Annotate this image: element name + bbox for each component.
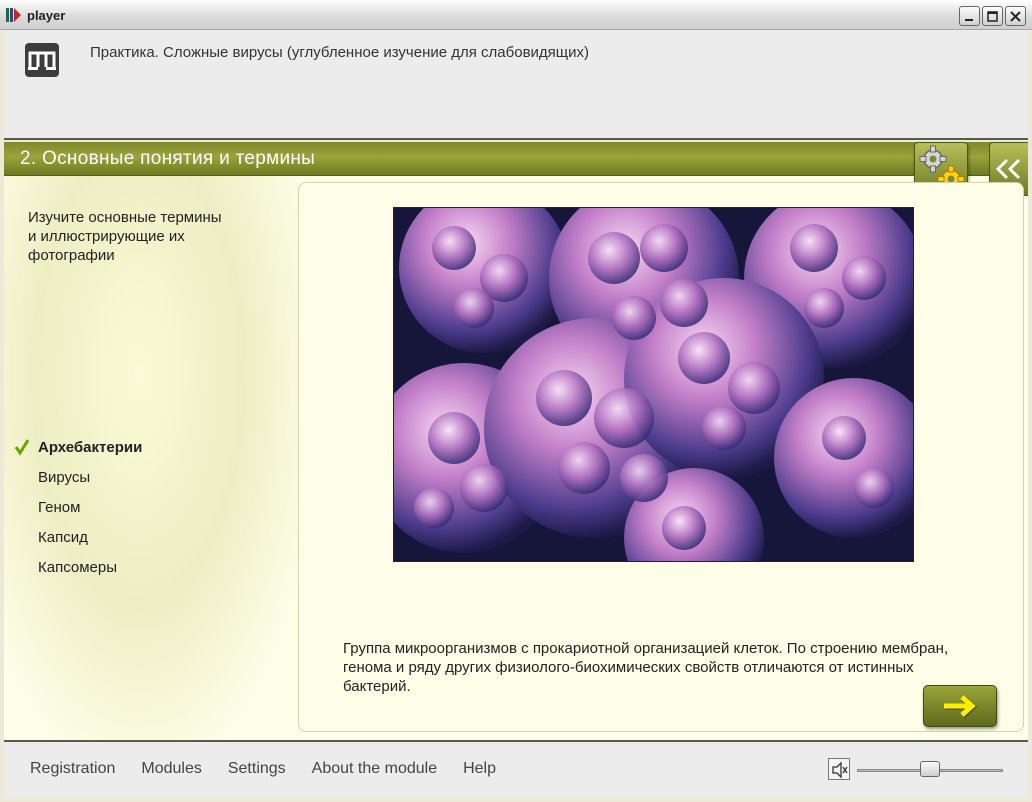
menu-item-settings[interactable]: Settings [228,760,286,778]
app-icon [6,8,21,22]
footer-menu: Registration Modules Settings About the … [30,760,522,778]
term-item-capsid[interactable]: Капсид [14,528,142,558]
menu-item-help[interactable]: Help [463,760,496,778]
check-icon [14,439,30,456]
speaker-icon[interactable] [828,758,850,780]
close-icon [1010,10,1021,22]
module-header: Практика. Сложные вирусы (углубленное из… [4,30,1028,140]
volume-slider-thumb[interactable] [920,761,940,777]
term-label: Архебактерии [38,439,143,456]
lesson-content: 2. Основные понятия и термины Изучите ос… [4,142,1028,740]
term-item-genome[interactable]: Геном [14,498,142,528]
menu-item-about[interactable]: About the module [312,760,437,778]
term-label: Капсид [38,529,88,546]
module-logo-icon [25,43,59,77]
term-panel: Группа микроорганизмов с прокариотной ор… [298,182,1024,732]
term-item-capsomeres[interactable]: Капсомеры [14,558,142,588]
module-title: Практика. Сложные вирусы (углубленное из… [90,44,590,61]
terms-list: Архебактерии Вирусы Геном Капсид Капсоме… [14,438,142,588]
collapse-arrows-icon [995,158,1021,180]
window-title: player [27,8,66,23]
section-title: 2. Основные понятия и термины [20,148,316,169]
footer-bar: Registration Modules Settings About the … [4,740,1028,798]
minimize-button[interactable] [959,6,980,26]
term-photo [393,207,914,562]
term-label: Геном [38,499,81,516]
section-header: 2. Основные понятия и термины [4,142,1028,176]
menu-item-registration[interactable]: Registration [30,760,115,778]
maximize-icon [987,10,998,22]
term-item-viruses[interactable]: Вирусы [14,468,142,498]
next-arrow-icon [944,695,978,719]
term-item-archaebacteria[interactable]: Архебактерии [14,438,142,468]
maximize-button[interactable] [982,6,1003,26]
next-button[interactable] [923,685,997,727]
term-label: Капсомеры [38,559,117,576]
instructions-text: Изучите основные термины и иллюстрирующи… [28,209,222,264]
term-description: Группа микроорганизмов с прокариотной ор… [343,640,949,695]
minimize-icon [965,18,973,21]
menu-item-modules[interactable]: Modules [141,760,201,778]
window-titlebar: player [0,0,1032,30]
term-label: Вирусы [38,469,91,486]
close-button[interactable] [1005,6,1026,26]
